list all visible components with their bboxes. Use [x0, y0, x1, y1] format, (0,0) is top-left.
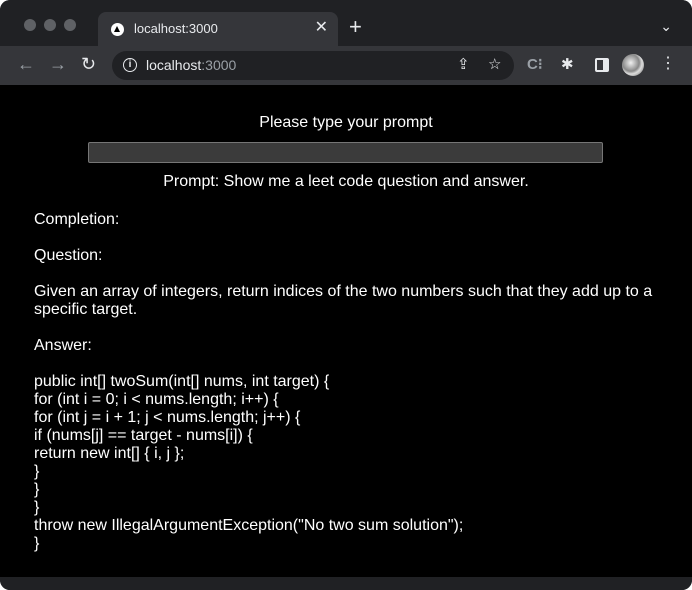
puzzle-extensions-icon[interactable]: ✱	[561, 56, 574, 74]
side-panel-icon[interactable]	[595, 58, 609, 72]
profile-avatar[interactable]	[622, 54, 644, 76]
code-line: }	[34, 535, 40, 552]
code-line: }	[34, 463, 40, 480]
address-bar[interactable]: i localhost:3000 ⇪ ☆	[112, 51, 514, 80]
prompt-input[interactable]	[88, 142, 603, 163]
page-heading: Please type your prompt	[259, 114, 433, 131]
code-line: }	[34, 499, 40, 516]
browser-tab[interactable]: localhost:3000 ✕	[98, 12, 338, 46]
question-label: Question:	[34, 247, 103, 264]
forward-icon[interactable]: →	[49, 54, 67, 74]
browser-window: localhost:3000 ✕ + ⌄ ← → ↻ i localhost:3…	[0, 0, 692, 590]
info-icon[interactable]: i	[123, 58, 137, 72]
answer-code: public int[] twoSum(int[] nums, int targ…	[34, 373, 664, 553]
minimize-window-button[interactable]	[44, 19, 56, 31]
code-line: for (int i = 0; i < nums.length; i++) {	[34, 391, 279, 408]
code-line: }	[34, 481, 40, 498]
tab-close-icon[interactable]: ✕	[315, 19, 328, 37]
tab-strip: localhost:3000 ✕ + ⌄	[0, 0, 692, 46]
question-text: Given an array of integers, return indic…	[34, 283, 653, 318]
share-icon[interactable]: ⇪	[457, 56, 470, 74]
code-line: throw new IllegalArgumentException("No t…	[34, 517, 464, 534]
extension-c-icon[interactable]: C⁝	[527, 56, 543, 74]
toolbar: ← → ↻ i localhost:3000 ⇪ ☆ C⁝ ✱ ⋮	[0, 46, 692, 85]
maximize-window-button[interactable]	[64, 19, 76, 31]
vercel-favicon-icon	[111, 23, 124, 36]
tab-search-chevron-icon[interactable]: ⌄	[660, 18, 672, 35]
url-port: :3000	[201, 57, 237, 73]
tab-title: localhost:3000	[134, 21, 218, 36]
answer-label: Answer:	[34, 337, 92, 354]
window-bottom-edge	[0, 577, 692, 590]
code-line: return new int[] { i, j };	[34, 445, 185, 462]
code-line: for (int j = i + 1; j < nums.length; j++…	[34, 409, 301, 426]
new-tab-icon[interactable]: +	[349, 16, 362, 38]
code-line: if (nums[j] == target - nums[i]) {	[34, 427, 253, 444]
page-content: Please type your prompt Prompt: Show me …	[0, 85, 692, 577]
back-icon[interactable]: ←	[17, 54, 35, 74]
completion-output: Completion: Question: Given an array of …	[34, 211, 664, 553]
url-text[interactable]: localhost:3000	[146, 57, 236, 73]
close-window-button[interactable]	[24, 19, 36, 31]
menu-kebab-icon[interactable]: ⋮	[660, 54, 676, 74]
prompt-echo: Prompt: Show me a leet code question and…	[163, 173, 529, 190]
bookmark-star-icon[interactable]: ☆	[488, 56, 501, 74]
reload-icon[interactable]: ↻	[81, 54, 96, 74]
code-line: public int[] twoSum(int[] nums, int targ…	[34, 373, 330, 390]
url-host: localhost	[146, 57, 202, 73]
completion-label: Completion:	[34, 211, 120, 228]
